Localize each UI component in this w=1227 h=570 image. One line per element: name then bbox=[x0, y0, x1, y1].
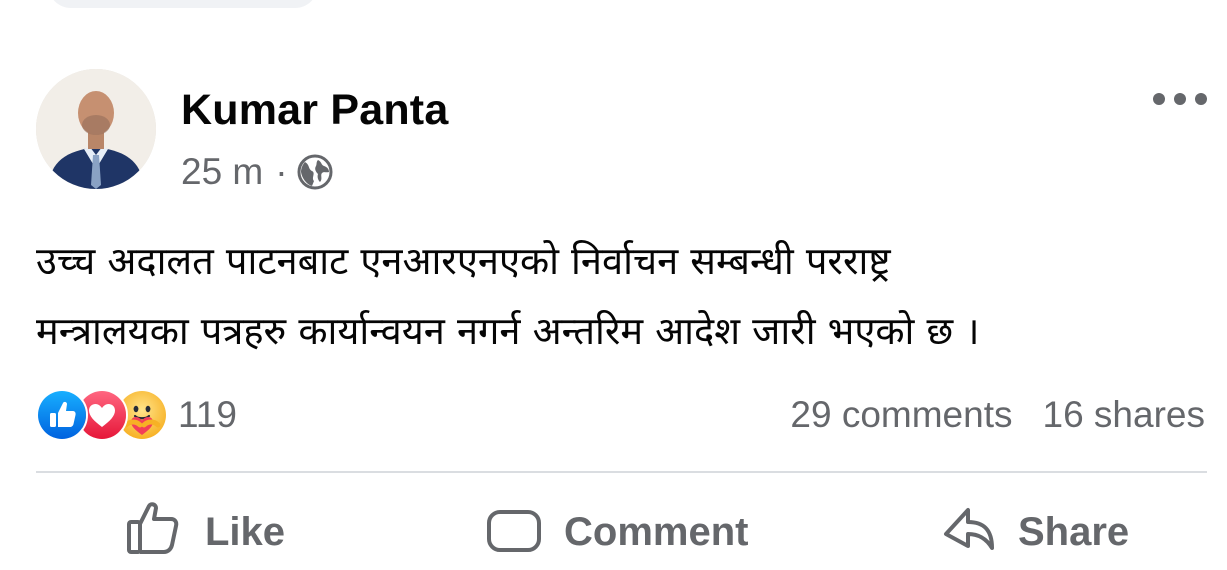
like-icon bbox=[36, 389, 88, 441]
more-dot bbox=[1174, 93, 1186, 105]
comment-label: Comment bbox=[564, 510, 749, 554]
shares-count-link[interactable]: 16 shares bbox=[1043, 394, 1206, 436]
share-arrow-icon bbox=[944, 508, 994, 550]
comment-button[interactable]: Comment bbox=[486, 500, 748, 558]
divider bbox=[36, 471, 1207, 473]
avatar[interactable] bbox=[36, 69, 156, 189]
post-text-line: उच्च अदालत पाटनबाट एनआरएनएको निर्वाचन सम… bbox=[36, 239, 891, 283]
comment-bubble-icon bbox=[487, 510, 541, 552]
top-pill-remnant bbox=[48, 0, 318, 8]
more-dot bbox=[1195, 93, 1207, 105]
more-options-icon[interactable] bbox=[1153, 84, 1207, 114]
post-time[interactable]: 25 m bbox=[181, 151, 263, 193]
comments-count-link[interactable]: 29 comments bbox=[790, 394, 1012, 436]
more-dot bbox=[1153, 93, 1165, 105]
reaction-summary[interactable]: 119 bbox=[36, 389, 237, 441]
like-button[interactable]: Like bbox=[125, 500, 285, 558]
thumbs-up-icon bbox=[127, 502, 179, 554]
action-bar: Like Comment Share bbox=[0, 500, 1227, 570]
share-button[interactable]: Share bbox=[940, 500, 1129, 558]
share-label: Share bbox=[1018, 510, 1130, 554]
meta-separator: · bbox=[275, 151, 288, 192]
post-meta: 25 m · bbox=[181, 150, 334, 194]
reaction-count: 119 bbox=[178, 394, 237, 435]
post-text: उच्च अदालत पाटनबाट एनआरएनएको निर्वाचन सम… bbox=[36, 226, 1186, 366]
post-text-line: मन्त्रालयका पत्रहरु कार्यान्वयन नगर्न अन… bbox=[36, 309, 980, 353]
post-stats: 29 comments 16 shares bbox=[790, 390, 1205, 440]
like-label: Like bbox=[205, 510, 286, 554]
globe-icon[interactable] bbox=[296, 153, 334, 191]
author-name[interactable]: Kumar Panta bbox=[181, 86, 448, 135]
